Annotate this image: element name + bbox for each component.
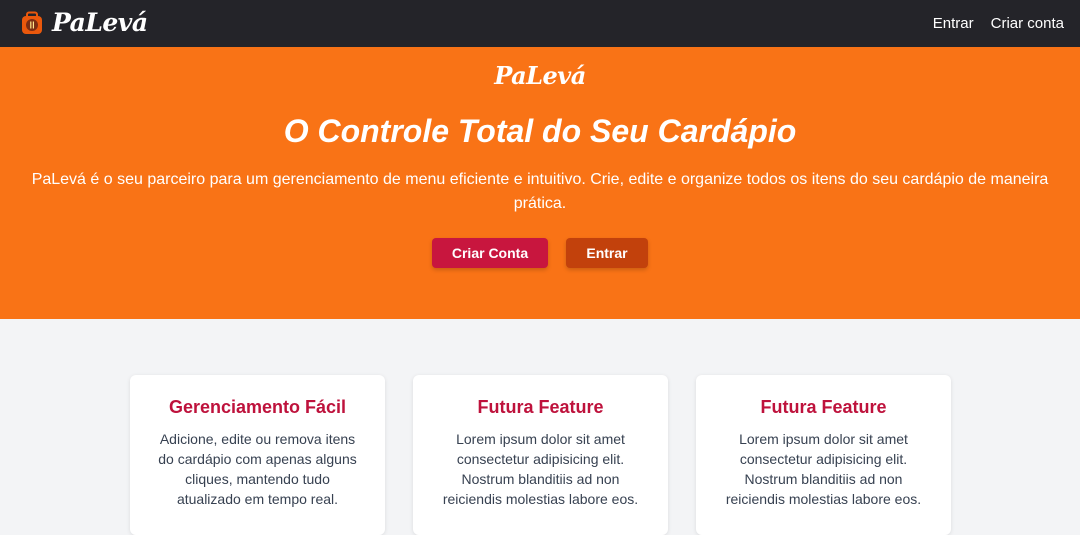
feature-card-text: Lorem ipsum dolor sit amet consectetur a… [442, 431, 639, 507]
nav-login-link[interactable]: Entrar [933, 15, 974, 32]
nav-links: Entrar Criar conta [933, 0, 1064, 47]
hero-description: PaLevá é o seu parceiro para um gerencia… [31, 171, 1049, 212]
feature-card-text: Adicione, edite ou remova itens do cardá… [158, 431, 357, 507]
takeaway-bag-icon [22, 11, 42, 34]
feature-card: Futura Feature Lorem ipsum dolor sit ame… [696, 375, 951, 535]
nav-signup-link[interactable]: Criar conta [991, 15, 1064, 32]
feature-card-title: Futura Feature [477, 397, 604, 417]
hero-brand-logo: PaLevá [494, 61, 586, 90]
brand-home-link[interactable]: PaLevá [20, 8, 148, 38]
feature-card-title: Futura Feature [760, 397, 887, 417]
login-button[interactable]: Entrar [566, 238, 648, 268]
feature-card: Gerenciamento Fácil Adicione, edite ou r… [130, 375, 385, 535]
top-navbar: PaLevá Entrar Criar conta [0, 0, 1080, 47]
signup-button[interactable]: Criar Conta [432, 238, 548, 268]
features-section: Gerenciamento Fácil Adicione, edite ou r… [0, 319, 1080, 535]
hero-buttons: Criar Conta Entrar [0, 238, 1080, 268]
hero-title: O Controle Total do Seu Cardápio [283, 113, 797, 149]
hero-section: PaLevá O Controle Total do Seu Cardápio … [0, 47, 1080, 319]
feature-card-title: Gerenciamento Fácil [168, 397, 347, 417]
feature-card-text: Lorem ipsum dolor sit amet consectetur a… [725, 431, 922, 507]
brand-name: PaLevá [52, 8, 148, 37]
feature-card: Futura Feature Lorem ipsum dolor sit ame… [413, 375, 668, 535]
